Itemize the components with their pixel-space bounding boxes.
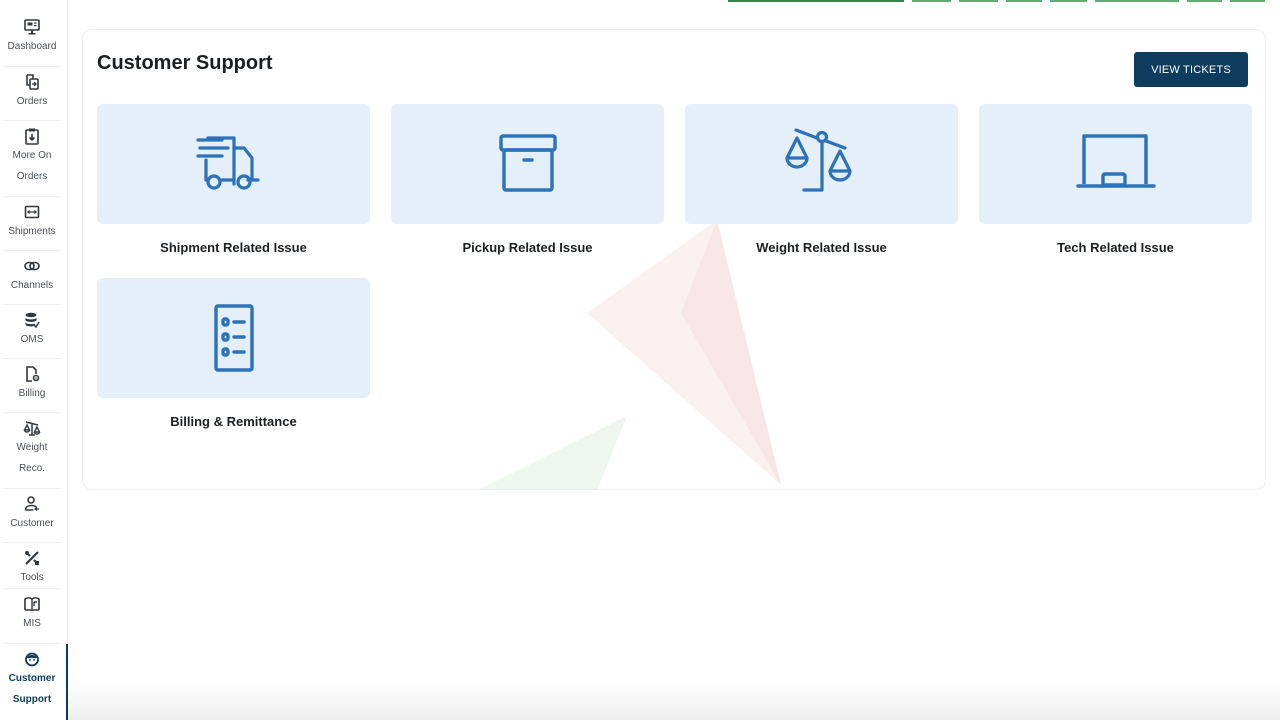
- sidebar: Dashboard Orders More On Orders Shipment…: [0, 0, 68, 720]
- truck-icon: [195, 136, 260, 190]
- scale-icon: [23, 421, 41, 436]
- sidebar-item-label: Tools: [20, 572, 44, 583]
- sidebar-item-customer-support[interactable]: Customer Support: [4, 644, 60, 720]
- database-icon: [25, 312, 40, 329]
- orders-icon: [26, 74, 39, 90]
- category-label: Tech Related Issue: [1057, 240, 1174, 255]
- top-tab[interactable]: [1230, 0, 1265, 2]
- sidebar-item-mis[interactable]: MIS: [4, 589, 60, 644]
- category-tile-shipment[interactable]: Shipment Related Issue: [97, 104, 370, 255]
- monitor-icon: [24, 19, 40, 35]
- box-icon: [498, 134, 557, 192]
- sidebar-item-label: Shipments: [8, 226, 56, 237]
- tools-icon: [25, 551, 39, 565]
- sidebar-item-label: Channels: [10, 280, 54, 291]
- category-tile-billing[interactable]: Billing & Remittance: [97, 278, 370, 429]
- category-tile-tech[interactable]: Tech Related Issue: [979, 104, 1252, 255]
- sidebar-item-weight-reco[interactable]: Weight Reco.: [4, 413, 60, 489]
- top-tab-active[interactable]: [728, 0, 904, 2]
- category-icon-box[interactable]: [97, 104, 370, 224]
- scale-icon: [784, 128, 852, 192]
- sidebar-item-tools[interactable]: Tools: [4, 543, 60, 589]
- user-icon: [24, 496, 39, 511]
- list-icon: [213, 304, 254, 372]
- sidebar-item-more-on-orders[interactable]: More On Orders: [4, 121, 60, 197]
- sidebar-item-orders[interactable]: Orders: [4, 67, 60, 121]
- top-tab[interactable]: [912, 0, 951, 2]
- shipments-icon: [24, 205, 40, 219]
- category-tile-pickup[interactable]: Pickup Related Issue: [391, 104, 664, 255]
- top-tab[interactable]: [1095, 0, 1179, 2]
- category-icon-box[interactable]: [97, 278, 370, 398]
- file-gear-icon: [26, 366, 40, 382]
- sidebar-item-label: Customer Support: [8, 673, 56, 705]
- category-label: Shipment Related Issue: [160, 240, 307, 255]
- sidebar-item-label: Weight Reco.: [16, 442, 48, 474]
- clipboard-icon: [25, 128, 39, 145]
- sidebar-item-dashboard[interactable]: Dashboard: [4, 12, 60, 67]
- sidebar-item-label: OMS: [20, 334, 44, 345]
- view-tickets-button[interactable]: VIEW TICKETS: [1134, 52, 1248, 87]
- sidebar-item-channels[interactable]: Channels: [4, 251, 60, 305]
- sidebar-item-label: MIS: [23, 618, 41, 629]
- page-title: Customer Support: [97, 52, 273, 74]
- sidebar-item-shipments[interactable]: Shipments: [4, 197, 60, 251]
- support-agent-icon: [25, 652, 39, 667]
- sidebar-item-customer[interactable]: Customer: [4, 489, 60, 543]
- sidebar-item-label: Billing: [18, 388, 46, 399]
- book-icon: [24, 597, 40, 611]
- category-label: Weight Related Issue: [756, 240, 887, 255]
- laptop-icon: [1075, 134, 1156, 188]
- link-icon: [24, 261, 40, 271]
- sidebar-item-label: Dashboard: [7, 41, 57, 52]
- top-tab[interactable]: [1050, 0, 1087, 2]
- category-tile-weight[interactable]: Weight Related Issue: [685, 104, 958, 255]
- sidebar-item-billing[interactable]: Billing: [4, 359, 60, 413]
- top-tab[interactable]: [1187, 0, 1222, 2]
- sidebar-item-label: Customer: [10, 518, 54, 529]
- category-label: Billing & Remittance: [170, 414, 297, 429]
- sidebar-item-label: Orders: [16, 96, 48, 107]
- sidebar-item-oms[interactable]: OMS: [4, 305, 60, 359]
- top-tab[interactable]: [959, 0, 998, 2]
- sidebar-item-label: More On Orders: [12, 150, 52, 182]
- category-icon-box[interactable]: [391, 104, 664, 224]
- category-icon-box[interactable]: [685, 104, 958, 224]
- bottom-shadow: [68, 680, 1280, 720]
- top-tab[interactable]: [1006, 0, 1042, 2]
- category-label: Pickup Related Issue: [462, 240, 593, 255]
- category-icon-box[interactable]: [979, 104, 1252, 224]
- customer-support-panel: Customer Support VIEW TICKETS Shipment R…: [82, 29, 1266, 490]
